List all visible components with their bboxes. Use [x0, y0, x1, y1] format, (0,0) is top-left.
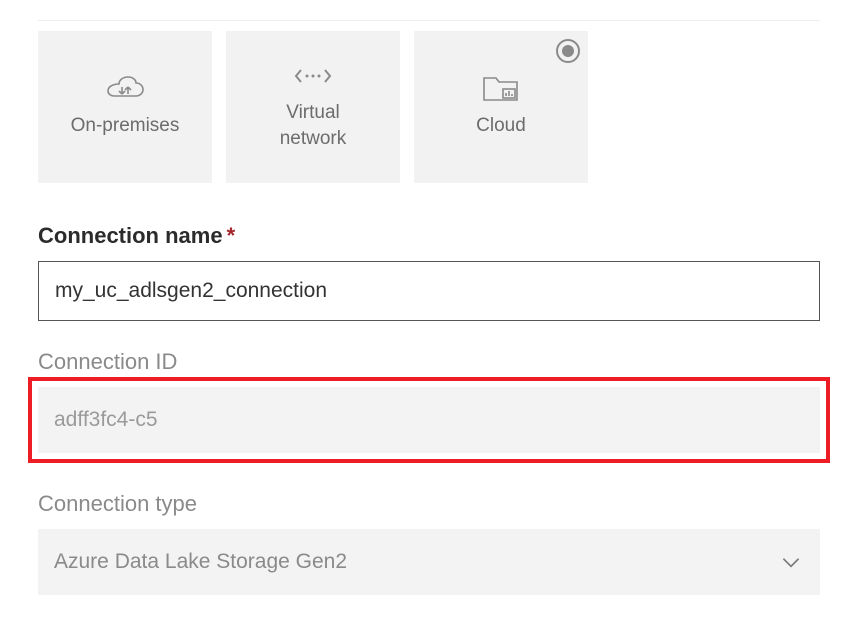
connection-name-label: Connection name*: [38, 223, 820, 249]
select-value: Azure Data Lake Storage Gen2: [54, 550, 347, 574]
connection-type-select[interactable]: Azure Data Lake Storage Gen2: [38, 529, 820, 595]
tile-label: Cloud: [476, 113, 526, 139]
connection-name-field: Connection name*: [38, 223, 820, 321]
connection-id-value: adff3fc4-c5: [38, 387, 820, 453]
folder-data-icon: [481, 75, 521, 103]
connection-id-label: Connection ID: [38, 349, 820, 375]
radio-selected-icon: [556, 39, 580, 63]
gateway-type-tiles: On-premises Virtual network Cloud: [38, 20, 820, 183]
value-text: adff3fc4-c5: [54, 408, 158, 432]
chevron-down-icon: [778, 549, 804, 575]
connection-id-highlight: adff3fc4-c5: [28, 377, 830, 463]
connection-name-input[interactable]: [38, 261, 820, 321]
connection-type-label: Connection type: [38, 491, 820, 517]
tile-virtual-network[interactable]: Virtual network: [226, 31, 400, 183]
tile-on-premises[interactable]: On-premises: [38, 31, 212, 183]
connection-type-field: Connection type Azure Data Lake Storage …: [38, 491, 820, 595]
label-text: Connection name: [38, 223, 223, 248]
connection-id-field: Connection ID adff3fc4-c5: [38, 349, 820, 463]
tile-cloud[interactable]: Cloud: [414, 31, 588, 183]
required-asterisk: *: [227, 223, 236, 248]
vnet-icon: [293, 62, 333, 90]
tile-label: On-premises: [71, 113, 180, 139]
tile-label: Virtual network: [280, 100, 347, 151]
cloud-sync-icon: [105, 75, 145, 103]
